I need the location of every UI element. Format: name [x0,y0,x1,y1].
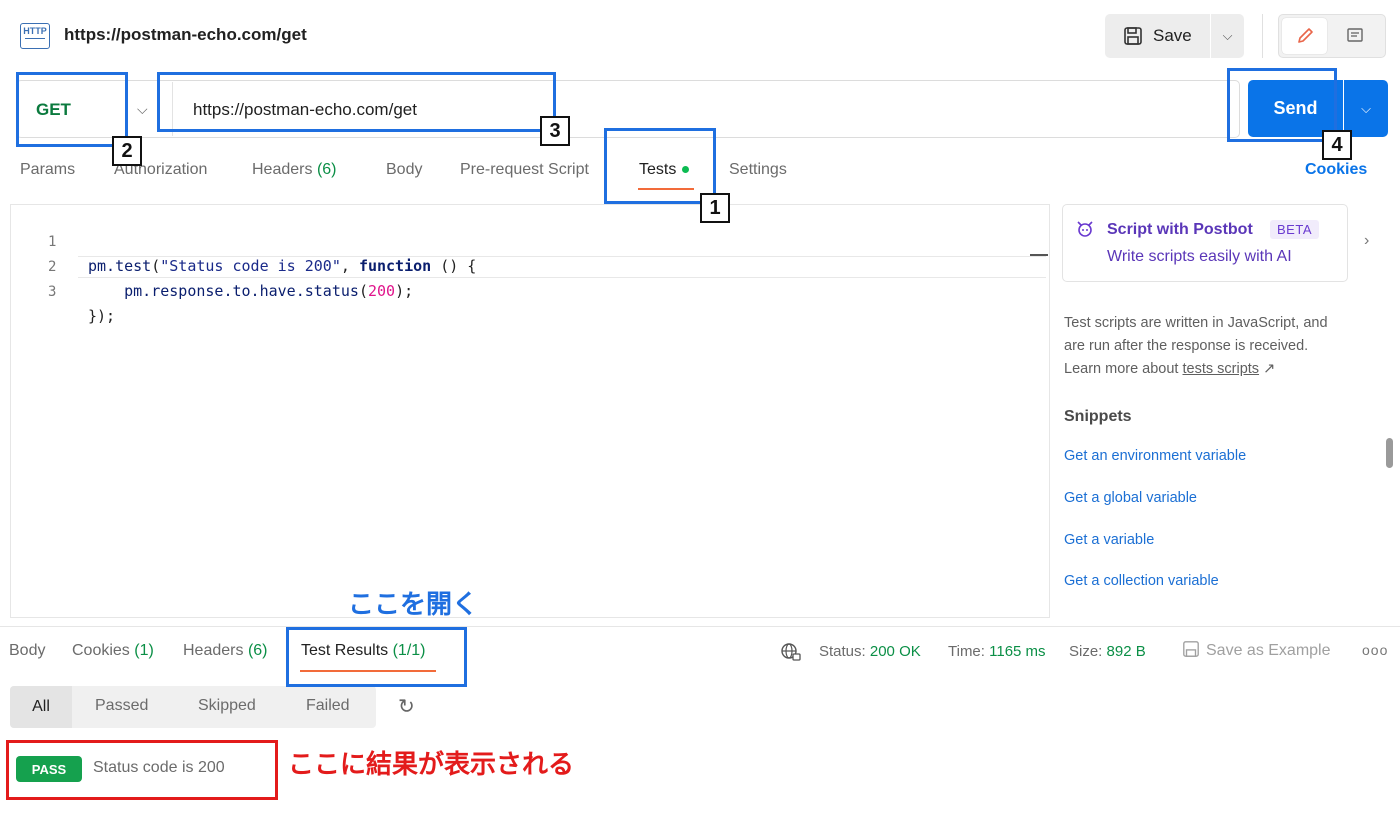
divider [1262,14,1263,58]
refresh-icon[interactable]: ↻ [398,694,415,719]
save-button[interactable]: Save [1105,14,1210,58]
status-value: 200 OK [869,643,921,660]
request-title[interactable]: https://postman-echo.com/get [64,25,307,45]
snippet-item[interactable]: Get a global variable [1064,490,1197,506]
annotation-number-4: 4 [1322,130,1352,160]
tab-settings[interactable]: Settings [729,161,787,179]
annotation-box-result [6,740,278,800]
chevron-right-icon[interactable]: › [1364,232,1369,250]
tab-pre-request-script[interactable]: Pre-request Script [460,161,589,179]
time-value: 1165 ms [989,643,1046,660]
response-tab-cookies-count: (1) [134,642,154,659]
pencil-icon[interactable] [1282,18,1327,54]
tab-headers-label: Headers [252,161,313,178]
annotation-open-here: ここを開く [348,589,479,619]
tab-headers[interactable]: Headers (6) [252,161,337,179]
annotation-number-2: 2 [112,136,142,166]
external-link-icon: ↗ [1263,361,1276,377]
response-tab-headers-count: (6) [247,642,268,659]
tab-body[interactable]: Body [386,161,422,179]
annotation-box-url [157,72,556,132]
annotation-box-test-results [286,627,467,687]
postbot-title: Script with Postbot [1107,221,1253,238]
floppy-disk-icon [1124,27,1142,45]
http-request-icon: HTTP [20,23,50,49]
info-prefix: Learn more about [1064,361,1183,377]
snippet-item[interactable]: Get an environment variable [1064,448,1246,464]
annotation-number-3: 3 [540,116,570,146]
code-line: 2 pm.response.to.have.status(200); [10,231,1048,300]
postbot-card[interactable] [1062,204,1348,282]
response-tab-headers-label: Headers [183,642,244,659]
method-chevron-down-icon[interactable]: ⌵ [137,101,148,118]
tests-scripts-link[interactable]: tests scripts [1183,361,1260,377]
line-number: 3 [48,284,57,300]
save-as-example-button[interactable]: Save as Example [1182,640,1331,660]
tab-headers-count: (6) [316,161,337,178]
tab-params[interactable]: Params [20,161,75,179]
comment-icon[interactable] [1332,18,1377,54]
size-label: Size: [1069,643,1103,660]
size-value: 892 B [1106,643,1146,660]
snippets-heading: Snippets [1064,408,1132,425]
code-text: }); [88,307,116,325]
response-divider [0,626,1400,627]
time-meta: Time: 1165 ms [948,643,1046,660]
info-line: are run after the response is received. [1064,338,1309,354]
floppy-disk-icon [1183,641,1199,657]
status-label: Status: [819,643,866,660]
more-options-icon[interactable]: ooo [1362,642,1388,658]
code-line: 1 pm.test("Status code is 200", function… [10,206,1048,275]
annotation-number-1: 1 [700,193,730,223]
postbot-icon [1074,218,1096,245]
filter-all[interactable]: All [10,686,72,728]
save-as-example-label: Save as Example [1206,642,1331,659]
info-line: Learn more about tests scripts ↗ [1064,358,1374,381]
filter-passed[interactable]: Passed [95,697,148,715]
save-options-chevron-down-icon[interactable]: ⌵ [1211,14,1244,58]
snippet-item[interactable]: Get a collection variable [1064,573,1219,589]
info-line: Test scripts are written in JavaScript, … [1064,315,1328,331]
scrollbar[interactable] [1386,438,1393,468]
time-label: Time: [948,643,985,660]
code-line: 3 }); [10,256,1048,325]
response-tab-headers[interactable]: Headers (6) [183,642,268,660]
status-meta: Status: 200 OK [819,643,921,660]
response-tab-cookies-label: Cookies [72,642,130,659]
filter-failed[interactable]: Failed [306,697,350,715]
save-button-label: Save [1153,26,1192,45]
filter-skipped[interactable]: Skipped [198,697,256,715]
response-tab-body[interactable]: Body [9,642,45,660]
beta-badge: BETA [1270,220,1319,239]
snippet-item[interactable]: Get a variable [1064,532,1154,548]
postbot-subtitle: Write scripts easily with AI [1107,248,1292,265]
annotation-result-here: ここに結果が表示される [288,749,575,779]
size-meta: Size: 892 B [1069,643,1146,660]
send-options-chevron-down-icon[interactable]: ⌵ [1344,80,1388,137]
code-text: pm.response.to.have.status(200); [124,282,414,300]
globe-icon[interactable] [780,641,802,668]
cookies-link[interactable]: Cookies [1305,161,1367,179]
annotation-box-send [1227,68,1337,142]
response-tab-cookies[interactable]: Cookies (1) [72,642,154,660]
tests-info-text: Test scripts are written in JavaScript, … [1064,312,1374,381]
http-icon-label: HTTP [23,26,47,36]
